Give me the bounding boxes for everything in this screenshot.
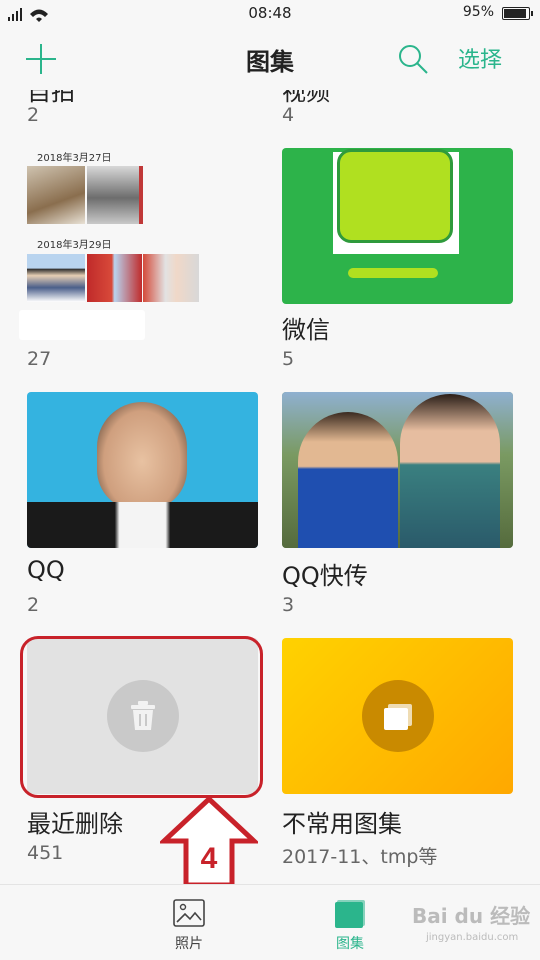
album-thumbnail-qq-transfer[interactable] bbox=[282, 392, 513, 548]
photo-icon bbox=[173, 899, 205, 927]
album-count: 2017-11、tmp等 bbox=[282, 846, 438, 868]
album-icon bbox=[335, 900, 365, 928]
photo-child bbox=[298, 412, 398, 548]
album-count: 3 bbox=[282, 594, 295, 616]
wechat-screenshot-square bbox=[337, 149, 453, 243]
album-label: 微信 bbox=[282, 316, 330, 344]
photo-thumbnail bbox=[139, 166, 143, 224]
status-bar: 08:48 95% bbox=[0, 0, 540, 28]
album-count: 4 bbox=[282, 104, 295, 126]
tab-label: 照片 bbox=[175, 936, 203, 952]
album-count: 2 bbox=[27, 104, 40, 126]
album-count: 27 bbox=[27, 348, 52, 370]
title-bar: 图集 选择 bbox=[0, 28, 540, 90]
portrait-suit bbox=[27, 502, 258, 548]
collage-date: 2018年3月29日 bbox=[37, 240, 112, 251]
watermark-url: jingyan.baidu.com bbox=[426, 932, 519, 943]
album-count: 2 bbox=[27, 594, 40, 616]
status-time: 08:48 bbox=[248, 4, 292, 22]
select-button[interactable]: 选择 bbox=[458, 42, 502, 74]
portrait-face bbox=[97, 402, 187, 510]
album-thumbnail-unused[interactable] bbox=[282, 638, 513, 794]
album-label: 最近删除 bbox=[27, 810, 123, 838]
album-thumbnail-wechat[interactable] bbox=[282, 148, 513, 304]
photo-thumbnail bbox=[27, 166, 85, 224]
photo-thumbnail bbox=[27, 254, 85, 302]
battery-percent: 95% bbox=[462, 4, 494, 20]
tab-photos[interactable]: 照片 bbox=[129, 885, 249, 960]
album-label: QQ bbox=[27, 556, 65, 584]
album-count: 451 bbox=[27, 842, 64, 864]
tab-label: 图集 bbox=[336, 936, 364, 952]
album-thumbnail-qq[interactable] bbox=[27, 392, 258, 548]
photo-woman bbox=[400, 394, 500, 548]
tab-albums[interactable]: 图集 bbox=[290, 885, 410, 960]
album-thumbnail-collage[interactable]: 2018年3月27日 2018年3月29日 bbox=[19, 148, 258, 340]
battery-icon bbox=[502, 7, 533, 20]
search-icon[interactable] bbox=[396, 42, 430, 76]
circle-icon-bg bbox=[362, 680, 434, 752]
wechat-screenshot-bar bbox=[348, 268, 438, 278]
album-label: 不常用图集 bbox=[282, 810, 402, 838]
annotation-step-number: 4 bbox=[201, 842, 218, 875]
photo-thumbnail bbox=[87, 166, 142, 224]
photo-thumbnail bbox=[143, 254, 199, 302]
album-count: 5 bbox=[282, 348, 295, 370]
add-album-button[interactable] bbox=[26, 44, 56, 74]
album-label: QQ快传 bbox=[282, 562, 368, 590]
up-arrow-annotation: 4 bbox=[160, 796, 258, 888]
photo-thumbnail bbox=[87, 254, 142, 302]
watermark: Bai du 经验 bbox=[412, 904, 531, 928]
redacted-label bbox=[19, 310, 145, 340]
stack-icon bbox=[384, 704, 412, 730]
collage-date: 2018年3月27日 bbox=[37, 153, 112, 164]
annotation-highlight-box bbox=[20, 636, 263, 798]
